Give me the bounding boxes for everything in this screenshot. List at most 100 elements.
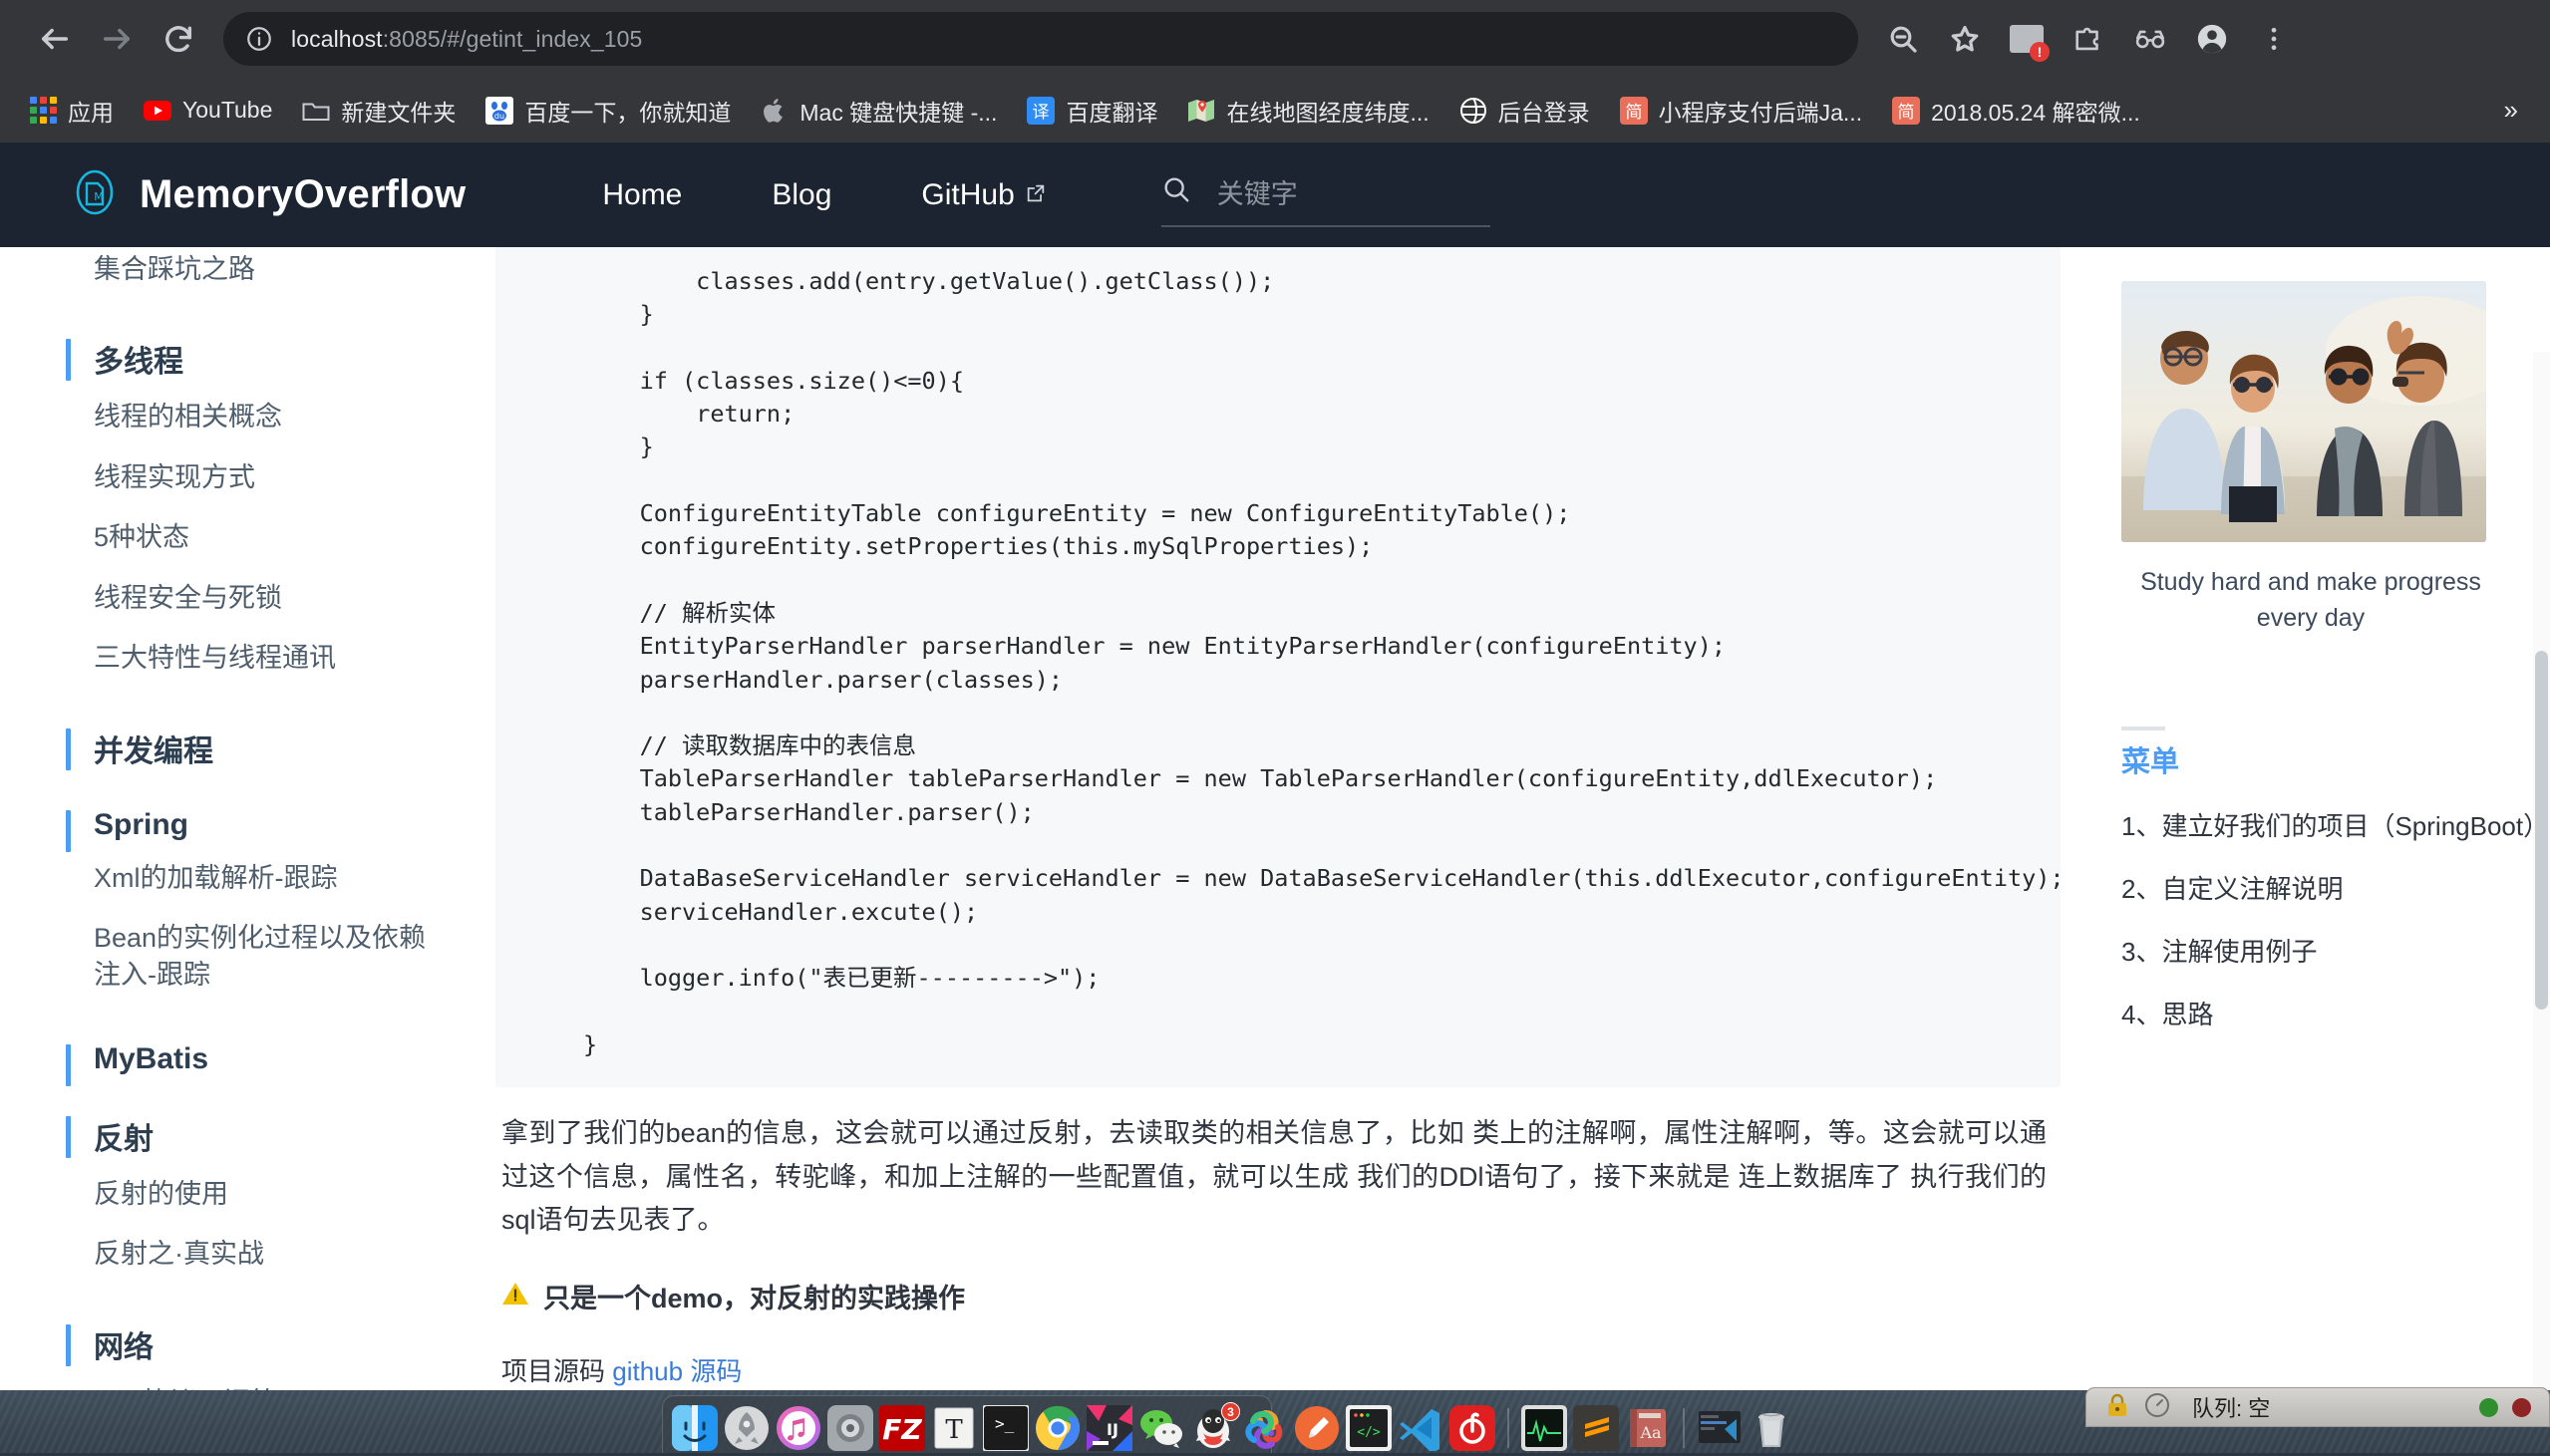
menu-item-2[interactable]: 2、自定义注解说明 [2121, 869, 2550, 906]
site-info-icon[interactable] [245, 25, 273, 53]
content-row: 集合踩坑之路 多线程 线程的相关概念 线程实现方式 5种状态 线程安全与死锁 三… [0, 247, 2550, 1390]
sidebar-category-spring[interactable]: Spring [66, 808, 495, 852]
red-status-dot[interactable] [2512, 1397, 2531, 1417]
article-note: 只是一个demo，对反射的实践操作 [501, 1277, 2061, 1315]
extension-two-button[interactable] [2064, 14, 2113, 64]
search-input[interactable]: 关键字 [1217, 172, 1298, 211]
sidebar-item-xml-parse[interactable]: Xml的加载解析-跟踪 [66, 848, 495, 908]
launchpad-icon[interactable] [724, 1405, 770, 1451]
mini-status-window[interactable]: 队列: 空 [2085, 1387, 2550, 1427]
qq-badge: 3 [1221, 1402, 1240, 1421]
bookmark-backend-login[interactable]: 后台登录 [1444, 88, 1605, 134]
bookmark-mac-shortcuts[interactable]: Mac 键盘快捷键 -... [746, 88, 1012, 134]
finder-icon[interactable] [672, 1405, 718, 1451]
apps-grid-icon [29, 97, 57, 125]
trash-icon[interactable] [1749, 1405, 1794, 1451]
activity-monitor-icon[interactable] [1521, 1405, 1567, 1451]
nav-item-github[interactable]: GitHub [876, 178, 1091, 212]
bookmark-baidu[interactable]: du 百度一下，你就知道 [471, 88, 746, 134]
bookmark-label: 百度一下，你就知道 [524, 99, 732, 126]
bookmark-new-folder[interactable]: 新建文件夹 [287, 88, 471, 134]
sublime-text-icon[interactable] [1573, 1405, 1619, 1451]
article-source-line: 项目源码 github 源码 [501, 1351, 2061, 1388]
youtube-icon [144, 97, 171, 125]
dictionary-icon[interactable]: Aa [1625, 1405, 1671, 1451]
system-preferences-icon[interactable] [827, 1405, 873, 1451]
minimized-window-icon[interactable] [1697, 1405, 1743, 1451]
menu-item-3[interactable]: 3、注解使用例子 [2121, 932, 2550, 969]
sidebar-item-five-states[interactable]: 5种状态 [66, 507, 495, 567]
sidebar-item-thread-concepts[interactable]: 线程的相关概念 [66, 387, 495, 446]
svg-text:</>: </> [1357, 1425, 1381, 1440]
typora-icon[interactable]: T [931, 1405, 977, 1451]
wechat-icon[interactable] [1138, 1405, 1184, 1451]
sidebar-item-bean-lifecycle[interactable]: Bean的实例化过程以及依赖注入-跟踪 [66, 908, 435, 1005]
code-editor-icon[interactable]: </> [1346, 1405, 1392, 1451]
globe-icon [1459, 97, 1487, 125]
reload-button[interactable] [148, 8, 209, 70]
promo-image [2121, 281, 2486, 542]
sidebar-item-thread-safety-deadlock[interactable]: 线程安全与死锁 [66, 568, 495, 628]
sidebar-category-network[interactable]: 网络 [66, 1322, 495, 1366]
sidebar-item-collection-pitfalls[interactable]: 集合踩坑之路 [66, 247, 495, 299]
speedometer-icon[interactable] [2144, 1392, 2170, 1423]
page-scrollbar[interactable] [2533, 352, 2550, 1390]
screwdriver-icon[interactable] [1294, 1405, 1340, 1451]
bookmarks-overflow-button[interactable]: » [2486, 89, 2536, 132]
sidebar-category-reflection[interactable]: 反射 [66, 1114, 495, 1158]
site-header: M MemoryOverflow Home Blog GitHub 关键字 [0, 143, 2550, 247]
sidebar-category-label: 多线程 [94, 346, 183, 380]
qq-icon[interactable]: 3 [1190, 1402, 1240, 1451]
lock-icon[interactable] [2104, 1392, 2130, 1423]
browser-menu-button[interactable] [2249, 14, 2299, 64]
bookmark-label: 新建文件夹 [341, 99, 457, 126]
bookmark-label: 应用 [68, 99, 114, 126]
address-bar[interactable]: localhost:8085/#/getint_index_105 [223, 12, 1858, 66]
site-search[interactable]: 关键字 [1160, 162, 1490, 227]
extension-three-button[interactable] [2125, 14, 2175, 64]
vscode-icon[interactable] [1398, 1405, 1443, 1453]
site-nav: Home Blog GitHub [557, 178, 1091, 212]
terminal-icon[interactable]: >_ [982, 1404, 1030, 1452]
sidebar-category-multithread[interactable]: 多线程 [66, 337, 495, 382]
github-source-link[interactable]: github 源码 [612, 1356, 742, 1386]
bookmark-apps[interactable]: 应用 [14, 88, 129, 134]
zoom-search-button[interactable] [1878, 14, 1928, 64]
address-bar-url: localhost:8085/#/getint_index_105 [291, 26, 642, 53]
chrome-icon[interactable] [1035, 1405, 1081, 1451]
sidebar-category-concurrency[interactable]: 并发编程 [66, 727, 495, 770]
menu-item-4[interactable]: 4、思路 [2121, 995, 2550, 1031]
svg-text:Aa: Aa [1639, 1423, 1662, 1442]
intellij-idea-icon[interactable]: IJ [1087, 1405, 1132, 1451]
filezilla-icon[interactable]: FZ [879, 1405, 925, 1451]
green-status-dot[interactable] [2479, 1397, 2498, 1417]
bookmark-baidu-translate[interactable]: 译 百度翻译 [1012, 88, 1172, 134]
sidebar-category-mybatis[interactable]: MyBatis [66, 1042, 495, 1086]
web-page: M MemoryOverflow Home Blog GitHub 关键字 集合… [0, 143, 2550, 1390]
bookmark-label: 百度翻译 [1066, 99, 1158, 126]
menu-item-1[interactable]: 1、建立好我们的项目（SpringBoot） [2121, 806, 2550, 843]
sidebar-item-http-qa[interactable]: Http协议～问答 [66, 1372, 495, 1390]
profile-button[interactable] [2187, 14, 2237, 64]
nav-item-home[interactable]: Home [557, 178, 727, 212]
sidebar-item-reflection-usage[interactable]: 反射的使用 [66, 1164, 495, 1224]
bookmark-youtube[interactable]: YouTube [129, 91, 287, 131]
bookmark-online-map[interactable]: 在线地图经度纬度... [1172, 88, 1443, 134]
back-button[interactable] [24, 8, 86, 70]
scrollbar-thumb[interactable] [2535, 651, 2548, 1010]
svg-text:IJ: IJ [1107, 1420, 1118, 1439]
photos-icon[interactable] [1242, 1405, 1288, 1451]
bookmark-jianshu-2[interactable]: 简 2018.05.24 解密微... [1877, 88, 2155, 134]
bookmark-jianshu-1[interactable]: 简 小程序支付后端Ja... [1605, 88, 1877, 134]
code-content: classes.add(entry.getValue().getClass())… [583, 267, 2061, 1058]
extension-button[interactable]: ! [2002, 14, 2052, 64]
site-brand[interactable]: M MemoryOverflow [70, 167, 466, 222]
forward-button[interactable] [86, 8, 148, 70]
sidebar-item-three-traits-comm[interactable]: 三大特性与线程通讯 [66, 628, 495, 688]
itunes-icon[interactable] [776, 1405, 821, 1451]
sidebar-item-reflection-practice[interactable]: 反射之·真实战 [66, 1224, 495, 1284]
netease-music-icon[interactable] [1449, 1405, 1495, 1451]
sidebar-item-thread-impl[interactable]: 线程实现方式 [66, 447, 495, 507]
nav-item-blog[interactable]: Blog [727, 178, 876, 212]
bookmark-star-button[interactable] [1940, 14, 1990, 64]
